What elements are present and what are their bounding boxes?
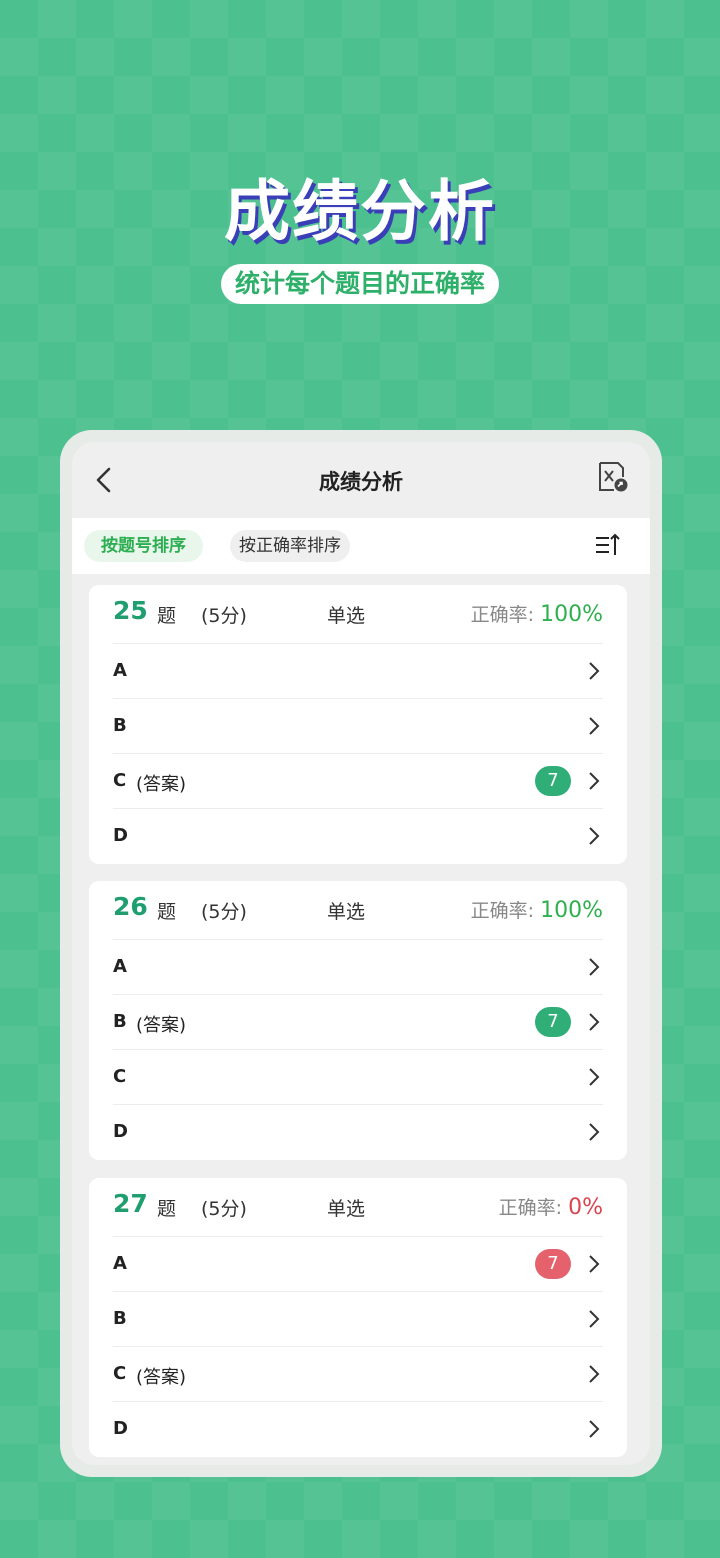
question-type: 单选 (327, 901, 366, 923)
question-header: 27 题 (5分) 单选 正确率: 0% (89, 1178, 627, 1236)
choice-count-badge: 7 (535, 766, 571, 796)
sort-by-accuracy-button[interactable]: 按正确率排序 (230, 530, 350, 562)
device-frame: 成绩分析 按题号排序 按正确率排序 25 题 (5分) 单选 正确率: 100%… (60, 430, 662, 1477)
hero-subtitle: 统计每个题目的正确率 (220, 264, 499, 304)
chevron-right-icon (589, 1420, 600, 1438)
chevron-right-icon (589, 717, 600, 735)
option-letter: B (113, 1308, 127, 1329)
question-score: (5分) (201, 901, 247, 923)
question-header: 26 题 (5分) 单选 正确率: 100% (89, 881, 627, 939)
sort-ascending-icon (596, 533, 620, 555)
option-letter: C (113, 770, 127, 791)
top-bar: 成绩分析 (72, 442, 650, 518)
accuracy-label: 正确率: (498, 1197, 563, 1219)
option-letter: D (113, 825, 128, 846)
chevron-right-icon (589, 1310, 600, 1328)
option-letter: A (113, 1253, 127, 1274)
option-row[interactable]: A 7 (113, 1236, 603, 1291)
choice-count-badge: 7 (535, 1007, 571, 1037)
chevron-right-icon (589, 662, 600, 680)
chevron-right-icon (589, 1365, 600, 1383)
question-score: (5分) (201, 605, 247, 627)
option-row[interactable]: D (113, 1401, 603, 1456)
question-header: 25 题 (5分) 单选 正确率: 100% (89, 585, 627, 643)
hero-subtitle-wrap: 统计每个题目的正确率 (0, 264, 720, 304)
accuracy-rate: 正确率: 0% (499, 1193, 603, 1220)
accuracy-label: 正确率: (470, 900, 535, 922)
option-letter: D (113, 1121, 128, 1142)
accuracy-value: 100% (540, 602, 603, 627)
option-letter: D (113, 1418, 128, 1439)
choice-count-badge: 7 (535, 1249, 571, 1279)
chevron-right-icon (589, 1255, 600, 1273)
question-score: (5分) (201, 1198, 247, 1220)
question-number: 26 (113, 892, 148, 921)
sort-order-button[interactable] (594, 532, 622, 560)
option-letter: B (113, 1011, 127, 1032)
question-number: 27 (113, 1189, 148, 1218)
answer-marker: (答案) (136, 1367, 187, 1388)
question-card: 27 题 (5分) 单选 正确率: 0% A 7 B C (答案) D (89, 1178, 627, 1457)
answer-marker: (答案) (136, 1015, 187, 1036)
option-row[interactable]: C (113, 1049, 603, 1104)
chevron-right-icon (589, 1013, 600, 1031)
chevron-right-icon (589, 1068, 600, 1086)
hero-title: 成绩分析 (224, 173, 496, 250)
accuracy-value: 100% (540, 898, 603, 923)
chevron-right-icon (589, 1123, 600, 1141)
accuracy-rate: 正确率: 100% (471, 896, 603, 923)
option-row[interactable]: D (113, 1104, 603, 1159)
option-row[interactable]: B (113, 1291, 603, 1346)
option-row[interactable]: B (答案) 7 (113, 994, 603, 1049)
question-number: 25 (113, 596, 148, 625)
option-row[interactable]: C (答案) 7 (113, 753, 603, 808)
export-excel-button[interactable] (596, 460, 630, 494)
option-row[interactable]: D (113, 808, 603, 863)
question-unit: 题 (157, 605, 177, 627)
sort-bar: 按题号排序 按正确率排序 (72, 518, 650, 574)
accuracy-rate: 正确率: 100% (471, 600, 603, 627)
option-letter: C (113, 1363, 127, 1384)
option-letter: B (113, 715, 127, 736)
question-unit: 题 (157, 1198, 177, 1220)
question-type: 单选 (327, 1198, 366, 1220)
excel-export-icon (599, 462, 628, 492)
sort-by-number-button[interactable]: 按题号排序 (84, 530, 203, 562)
question-card: 26 题 (5分) 单选 正确率: 100% A B (答案) 7 C D (89, 881, 627, 1160)
question-card: 25 题 (5分) 单选 正确率: 100% A B C (答案) 7 D (89, 585, 627, 864)
option-letter: C (113, 1066, 127, 1087)
answer-marker: (答案) (136, 774, 187, 795)
chevron-right-icon (589, 958, 600, 976)
option-letter: A (113, 660, 127, 681)
page-title: 成绩分析 (319, 470, 403, 494)
option-letter: A (113, 956, 127, 977)
chevron-right-icon (589, 772, 600, 790)
accuracy-label: 正确率: (470, 604, 535, 626)
question-type: 单选 (327, 605, 366, 627)
question-unit: 题 (157, 901, 177, 923)
option-row[interactable]: A (113, 939, 603, 994)
app-screen: 成绩分析 按题号排序 按正确率排序 25 题 (5分) 单选 正确率: 100%… (72, 442, 650, 1465)
accuracy-value: 0% (568, 1195, 603, 1220)
option-row[interactable]: C (答案) (113, 1346, 603, 1401)
option-row[interactable]: B (113, 698, 603, 753)
option-row[interactable]: A (113, 643, 603, 698)
chevron-right-icon (589, 827, 600, 845)
